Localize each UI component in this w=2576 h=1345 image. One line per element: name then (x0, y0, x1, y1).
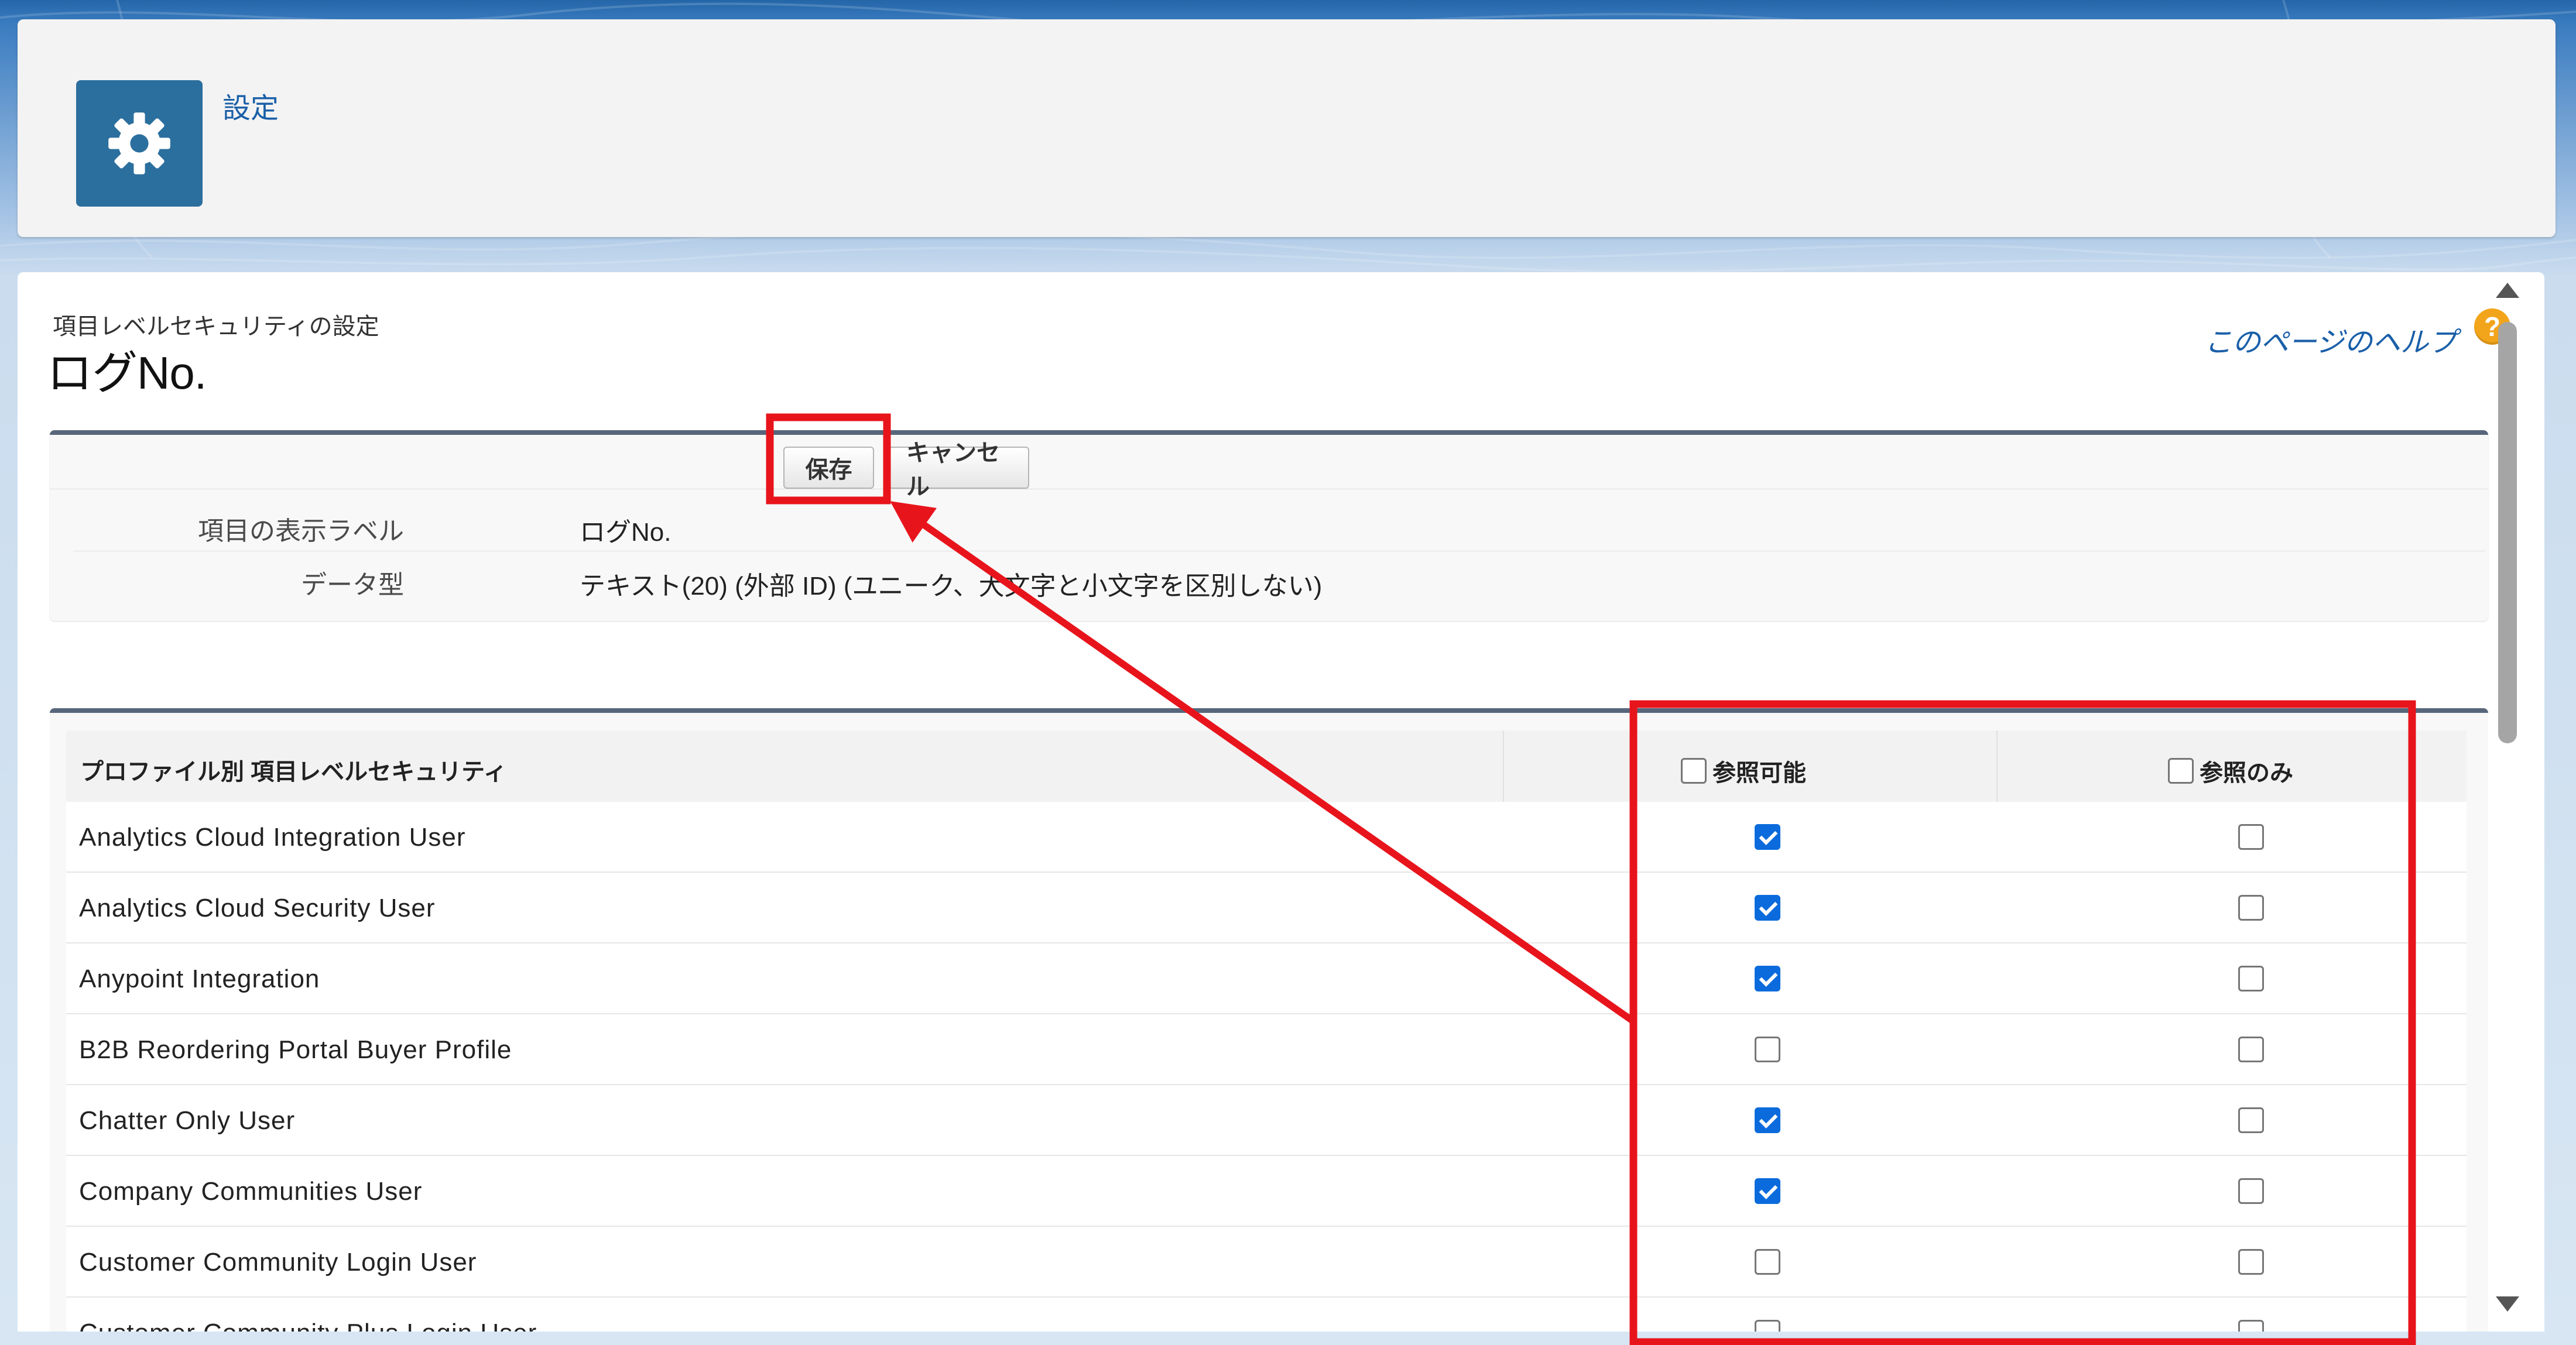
header-readable: 参照可能 (1681, 754, 1806, 788)
detail-label: 項目の表示ラベル (198, 517, 404, 545)
readable-checkbox[interactable] (1755, 1178, 1780, 1204)
breadcrumb-setup-link[interactable]: 設定 (222, 85, 279, 126)
profile-name: B2B Reordering Portal Buyer Profile (79, 1035, 512, 1064)
detail-label: データ型 (301, 571, 404, 599)
readable-checkbox[interactable] (1755, 824, 1780, 850)
table-body: Analytics Cloud Integration User Analytic… (66, 802, 2467, 1332)
gear-icon (76, 80, 203, 207)
readonly-checkbox[interactable] (2238, 1178, 2264, 1204)
field-detail-section: 保存 キャンセル 項目の表示ラベル ログNo. データ型 テキスト(20) (外… (50, 430, 2488, 621)
readonly-checkbox[interactable] (2238, 824, 2264, 850)
readable-checkbox[interactable] (1755, 895, 1780, 921)
readable-checkbox[interactable] (1755, 1107, 1780, 1133)
scroll-thumb[interactable] (2498, 322, 2517, 743)
setup-header: 設定 (18, 19, 2556, 237)
page-title: ログNo. (47, 347, 207, 399)
readonly-checkbox[interactable] (2238, 895, 2264, 921)
gear-icon-glyph (108, 112, 170, 174)
detail-value: ログNo. (580, 518, 672, 547)
profile-name: Company Communities User (79, 1177, 423, 1206)
table-row: Analytics Cloud Integration User (66, 802, 2467, 873)
column-divider (1996, 730, 1998, 802)
profile-security-table: プロファイル別 項目レベルセキュリティ 参照可能 参照のみ Analytics … (50, 708, 2488, 1332)
readonly-checkbox[interactable] (2238, 1320, 2264, 1332)
readable-checkbox[interactable] (1755, 1320, 1780, 1332)
scroll-up-arrow-icon[interactable] (2496, 283, 2519, 298)
readonly-checkbox[interactable] (2238, 1037, 2264, 1062)
table-row: Analytics Cloud Security User (66, 873, 2467, 943)
scroll-down-arrow-icon[interactable] (2496, 1296, 2519, 1312)
button-row: 保存 キャンセル (50, 435, 2488, 500)
profile-name: Analytics Cloud Integration User (79, 823, 466, 852)
select-all-readable-checkbox[interactable] (1681, 758, 1707, 784)
select-all-readonly-checkbox[interactable] (2168, 758, 2194, 784)
table-row: Company Communities User (66, 1156, 2467, 1227)
table-row: Anypoint Integration (66, 943, 2467, 1014)
readable-checkbox[interactable] (1755, 1249, 1780, 1275)
header-readonly-label: 参照のみ (2200, 760, 2293, 786)
header-readonly: 参照のみ (2168, 754, 2293, 788)
table-row: B2B Reordering Portal Buyer Profile (66, 1014, 2467, 1085)
readable-checkbox[interactable] (1755, 1037, 1780, 1062)
readable-checkbox[interactable] (1755, 966, 1780, 991)
column-divider (1503, 730, 1504, 802)
profile-name: Customer Community Login User (79, 1248, 477, 1277)
profile-name: Chatter Only User (79, 1106, 296, 1135)
main-panel: 項目レベルセキュリティの設定 ログNo. このページのヘルプ ? 保存 キャンセ… (18, 272, 2544, 1332)
detail-row-data-type: データ型 テキスト(20) (外部 ID) (ユニーク、大文字と小文字を区別しな… (73, 552, 2485, 605)
save-button[interactable]: 保存 (783, 447, 874, 489)
profile-name: Analytics Cloud Security User (79, 894, 436, 922)
profile-name: Customer Community Plus Login User (79, 1319, 537, 1332)
readonly-checkbox[interactable] (2238, 1249, 2264, 1275)
table-row: Customer Community Login User (66, 1227, 2467, 1298)
detail-row-field-label: 項目の表示ラベル ログNo. (73, 498, 2485, 551)
header-profile: プロファイル別 項目レベルセキュリティ (80, 759, 507, 785)
help-link[interactable]: このページのヘルプ (2204, 319, 2457, 360)
profile-name: Anypoint Integration (79, 965, 320, 993)
header-readable-label: 参照可能 (1712, 760, 1806, 786)
table-row: Customer Community Plus Login User (66, 1298, 2467, 1332)
bottom-background-strip (0, 1332, 2576, 1345)
table-header: プロファイル別 項目レベルセキュリティ 参照可能 参照のみ (66, 730, 2467, 803)
detail-value: テキスト(20) (外部 ID) (ユニーク、大文字と小文字を区別しない) (580, 572, 1323, 601)
vertical-scrollbar[interactable] (2491, 272, 2526, 1332)
readonly-checkbox[interactable] (2238, 966, 2264, 991)
table-row: Chatter Only User (66, 1085, 2467, 1156)
readonly-checkbox[interactable] (2238, 1107, 2264, 1133)
cancel-button[interactable]: キャンセル (889, 440, 1029, 500)
